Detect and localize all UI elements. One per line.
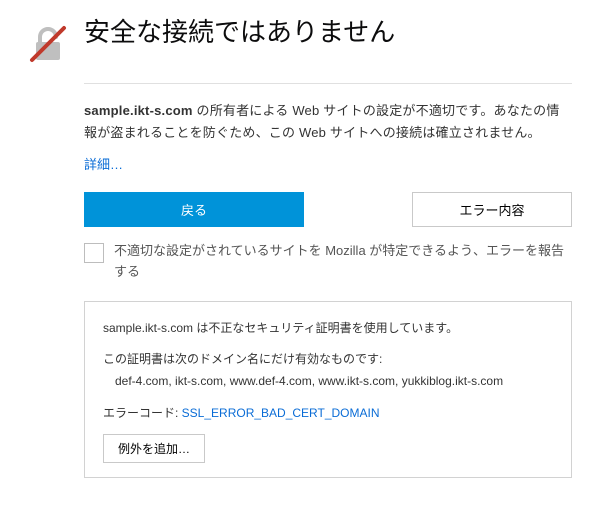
insecure-lock-icon (28, 16, 68, 69)
description: sample.ikt-s.com の所有者による Web サイトの設定が不適切で… (84, 100, 572, 144)
error-details-button[interactable]: エラー内容 (412, 192, 572, 227)
ssl-error-page: 安全な接続ではありません sample.ikt-s.com の所有者による We… (0, 0, 600, 520)
domain-name: sample.ikt-s.com (84, 103, 193, 118)
valid-domains-label: この証明書は次のドメイン名にだけ有効なものです: (103, 349, 553, 371)
cert-warning-line: sample.ikt-s.com は不正なセキュリティ証明書を使用しています。 (103, 318, 553, 340)
error-code-label: エラーコード: (103, 406, 182, 420)
header: 安全な接続ではありません (28, 16, 572, 69)
divider (84, 83, 572, 84)
button-row: 戻る エラー内容 (84, 192, 572, 227)
report-error-label: 不適切な設定がされているサイトを Mozilla が特定できるよう、エラーを報告… (114, 241, 572, 283)
learn-more-link[interactable]: 詳細… (84, 154, 123, 173)
valid-domains-list: def-4.com, ikt-s.com, www.def-4.com, www… (103, 371, 553, 393)
add-exception-button[interactable]: 例外を追加… (103, 434, 205, 463)
report-error-row: 不適切な設定がされているサイトを Mozilla が特定できるよう、エラーを報告… (84, 241, 572, 283)
content: sample.ikt-s.com の所有者による Web サイトの設定が不適切で… (28, 83, 572, 478)
error-code-value: SSL_ERROR_BAD_CERT_DOMAIN (182, 406, 380, 420)
certificate-detail-box: sample.ikt-s.com は不正なセキュリティ証明書を使用しています。 … (84, 301, 572, 478)
page-title: 安全な接続ではありません (84, 16, 395, 50)
go-back-button[interactable]: 戻る (84, 192, 304, 227)
report-error-checkbox[interactable] (84, 243, 104, 263)
